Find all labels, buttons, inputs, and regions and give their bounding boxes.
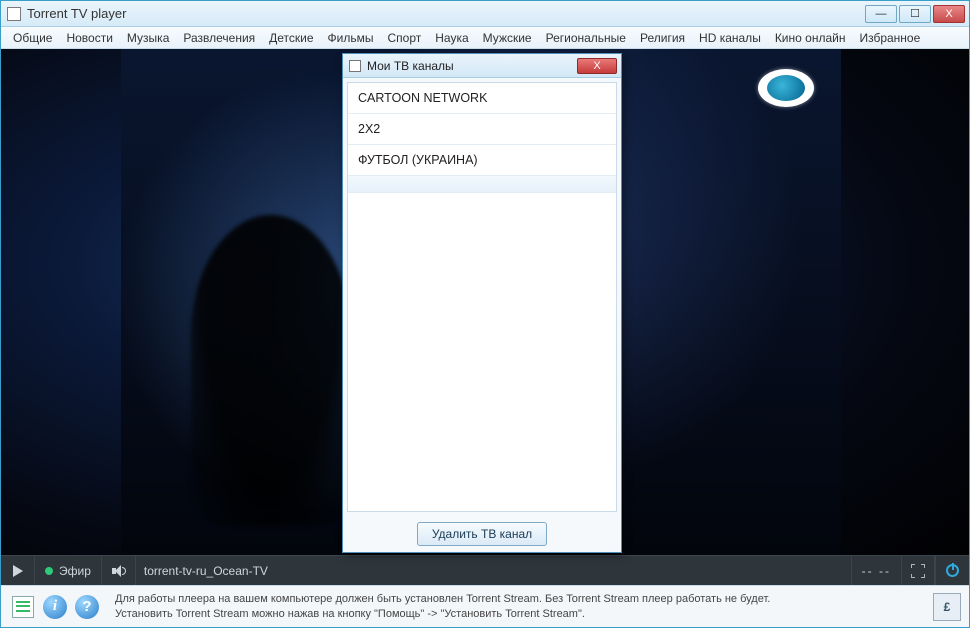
- volume-button[interactable]: [102, 556, 136, 586]
- list-item[interactable]: ФУТБОЛ (УКРАИНА): [348, 145, 616, 176]
- list-item[interactable]: CARTOON NETWORK: [348, 83, 616, 114]
- stream-name: torrent-tv-ru_Ocean-TV: [136, 564, 276, 578]
- info-icon: i: [43, 595, 67, 619]
- info-button[interactable]: i: [41, 593, 69, 621]
- titlebar[interactable]: Torrent TV player — ☐ X: [1, 1, 969, 27]
- menu-religion[interactable]: Религия: [634, 29, 691, 47]
- menu-science[interactable]: Наука: [429, 29, 474, 47]
- help-button[interactable]: ?: [73, 593, 101, 621]
- status-line-1: Для работы плеера на вашем компьютере до…: [115, 592, 929, 607]
- dialog-footer: Удалить ТВ канал: [343, 516, 621, 552]
- menubar: Общие Новости Музыка Развлечения Детские…: [1, 27, 969, 49]
- power-icon: [946, 564, 959, 577]
- dialog-title: Мои ТВ каналы: [367, 59, 577, 73]
- channel-logo: [758, 69, 814, 107]
- menu-mens[interactable]: Мужские: [477, 29, 538, 47]
- dialog-close-button[interactable]: X: [577, 58, 617, 74]
- fullscreen-button[interactable]: [901, 556, 935, 586]
- currency-icon: £: [944, 600, 951, 614]
- app-window: Torrent TV player — ☐ X Общие Новости Му…: [0, 0, 970, 628]
- menu-music[interactable]: Музыка: [121, 29, 175, 47]
- menu-favorites[interactable]: Избранное: [853, 29, 926, 47]
- power-button[interactable]: [935, 556, 969, 586]
- dialog-icon: [349, 60, 361, 72]
- donate-button[interactable]: £: [933, 593, 961, 621]
- menu-hd[interactable]: HD каналы: [693, 29, 767, 47]
- close-button[interactable]: X: [933, 5, 965, 23]
- fullscreen-icon: [911, 564, 925, 578]
- menu-online-cinema[interactable]: Кино онлайн: [769, 29, 852, 47]
- my-channels-dialog[interactable]: Мои ТВ каналы X CARTOON NETWORK 2X2 ФУТБ…: [342, 53, 622, 553]
- playlist-icon: [12, 596, 34, 618]
- time-display: -- --: [851, 556, 901, 586]
- live-indicator[interactable]: Эфир: [35, 556, 102, 586]
- delete-channel-button[interactable]: Удалить ТВ канал: [417, 522, 547, 546]
- play-button[interactable]: [1, 556, 35, 586]
- player-controls: Эфир torrent-tv-ru_Ocean-TV -- --: [1, 555, 969, 585]
- menu-kids[interactable]: Детские: [263, 29, 319, 47]
- live-dot-icon: [45, 567, 53, 575]
- ocean-tv-logo-icon: [767, 75, 805, 101]
- menu-movies[interactable]: Фильмы: [322, 29, 380, 47]
- menu-sport[interactable]: Спорт: [382, 29, 428, 47]
- channels-list[interactable]: CARTOON NETWORK 2X2 ФУТБОЛ (УКРАИНА): [347, 82, 617, 512]
- menu-regional[interactable]: Региональные: [540, 29, 632, 47]
- status-line-2: Установить Torrent Stream можно нажав на…: [115, 607, 929, 622]
- volume-icon: [112, 565, 125, 577]
- playlist-button[interactable]: [9, 593, 37, 621]
- dialog-titlebar[interactable]: Мои ТВ каналы X: [343, 54, 621, 78]
- app-icon: [7, 7, 21, 21]
- menu-entertainment[interactable]: Развлечения: [177, 29, 261, 47]
- status-text: Для работы плеера на вашем компьютере до…: [105, 592, 929, 622]
- menu-common[interactable]: Общие: [7, 29, 58, 47]
- live-label: Эфир: [59, 564, 91, 578]
- status-bar: i ? Для работы плеера на вашем компьютер…: [1, 585, 969, 627]
- list-item[interactable]: [348, 176, 616, 193]
- help-icon: ?: [75, 595, 99, 619]
- menu-news[interactable]: Новости: [60, 29, 118, 47]
- list-item[interactable]: 2X2: [348, 114, 616, 145]
- minimize-button[interactable]: —: [865, 5, 897, 23]
- window-title: Torrent TV player: [27, 6, 865, 21]
- maximize-button[interactable]: ☐: [899, 5, 931, 23]
